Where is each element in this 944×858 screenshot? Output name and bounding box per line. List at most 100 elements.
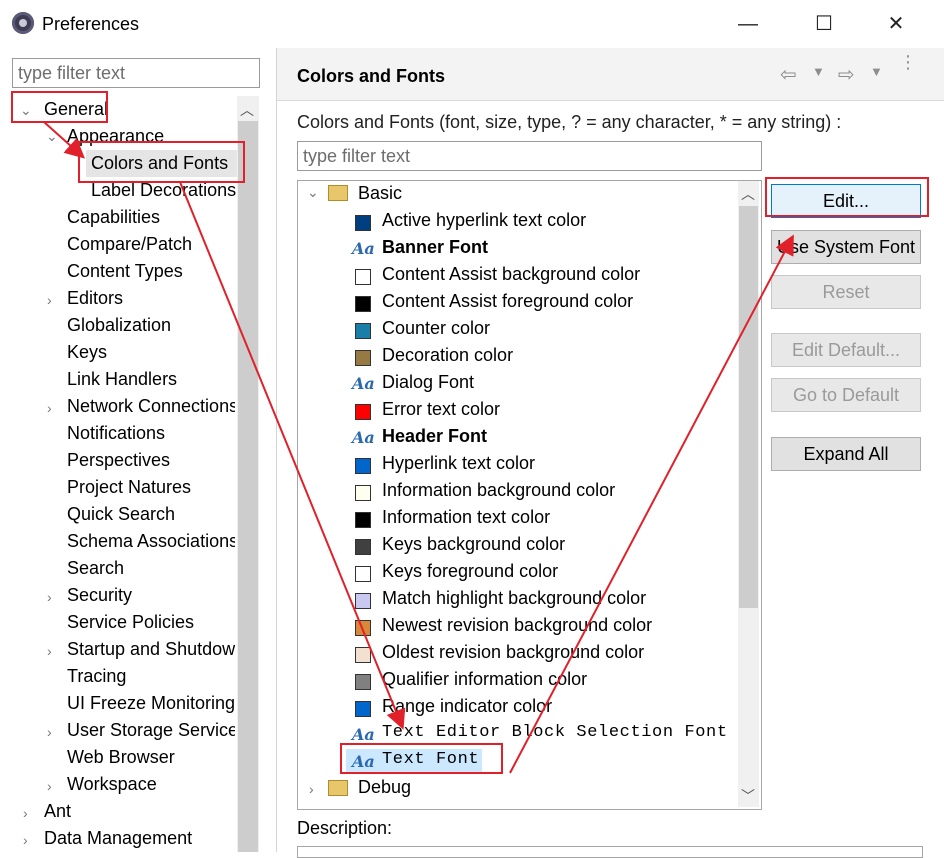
entry-text-font[interactable]: Text Font xyxy=(382,750,479,769)
entry-decoration-color[interactable]: Decoration color xyxy=(382,345,513,366)
expand-all-button[interactable]: Expand All xyxy=(771,437,921,471)
forward-dropdown-icon[interactable]: ▼ xyxy=(870,64,883,79)
entry-keys-background-color[interactable]: Keys background color xyxy=(382,534,565,555)
tree-item-data-management[interactable]: Data Management xyxy=(44,825,192,852)
page-title: Colors and Fonts xyxy=(297,66,445,86)
tree-item-perspectives[interactable]: Perspectives xyxy=(67,447,170,474)
group-debug[interactable]: Debug xyxy=(358,777,411,798)
entry-keys-foreground-color[interactable]: Keys foreground color xyxy=(382,561,558,582)
entry-match-highlight-background-color[interactable]: Match highlight background color xyxy=(382,588,646,609)
tree-item-label-decorations[interactable]: Label Decorations xyxy=(91,177,236,204)
tree-item-quick-search[interactable]: Quick Search xyxy=(67,501,175,528)
tree-item-user-storage-service[interactable]: User Storage Service xyxy=(67,717,235,744)
chevron-right-icon[interactable]: › xyxy=(47,400,52,416)
right-filter-placeholder: type filter text xyxy=(303,146,411,166)
tree-item-ui-freeze-monitoring[interactable]: UI Freeze Monitoring xyxy=(67,690,235,717)
color-swatch-icon xyxy=(355,296,371,312)
tree-item-notifications[interactable]: Notifications xyxy=(67,420,165,447)
panel-splitter[interactable] xyxy=(276,48,277,852)
title-bar xyxy=(0,0,944,48)
entry-banner-font[interactable]: Banner Font xyxy=(382,237,488,258)
chevron-right-icon[interactable]: › xyxy=(47,589,52,605)
entry-header-font[interactable]: Header Font xyxy=(382,426,487,447)
tree-item-colors-and-fonts[interactable]: Colors and Fonts xyxy=(86,150,237,177)
tree-item-security[interactable]: Security xyxy=(67,582,132,609)
tree-item-web-browser[interactable]: Web Browser xyxy=(67,744,175,771)
color-swatch-icon xyxy=(355,458,371,474)
chevron-right-icon[interactable]: › xyxy=(47,724,52,740)
scroll-up-icon[interactable]: ︿ xyxy=(240,100,254,120)
font-icon: Aa xyxy=(352,374,375,393)
entry-qualifier-information-color[interactable]: Qualifier information color xyxy=(382,669,587,690)
tree-scrollbar-thumb[interactable] xyxy=(739,206,758,608)
tree-item-globalization[interactable]: Globalization xyxy=(67,312,171,339)
chevron-right-icon[interactable]: › xyxy=(23,832,28,848)
entry-information-text-color[interactable]: Information text color xyxy=(382,507,550,528)
tree-item-link-handlers[interactable]: Link Handlers xyxy=(67,366,177,393)
entry-oldest-revision-background-color[interactable]: Oldest revision background color xyxy=(382,642,644,663)
back-dropdown-icon[interactable]: ▼ xyxy=(812,64,825,79)
use-system-font-button[interactable]: Use System Font xyxy=(771,230,921,264)
back-arrow-icon[interactable]: ⇦ xyxy=(780,62,797,87)
entry-text-editor-block-selection-font[interactable]: Text Editor Block Selection Font xyxy=(382,723,728,742)
entry-active-hyperlink-text-color[interactable]: Active hyperlink text color xyxy=(382,210,586,231)
color-swatch-icon xyxy=(355,350,371,366)
tree-item-compare-patch[interactable]: Compare/Patch xyxy=(67,231,192,258)
tree-item-content-types[interactable]: Content Types xyxy=(67,258,183,285)
edit-button[interactable]: Edit... xyxy=(771,184,921,218)
tree-item-general[interactable]: General xyxy=(44,96,108,123)
tree-item-capabilities[interactable]: Capabilities xyxy=(67,204,160,231)
chevron-right-icon[interactable]: › xyxy=(309,781,314,797)
chevron-down-icon[interactable]: ⌄ xyxy=(46,128,58,145)
tree-item-project-natures[interactable]: Project Natures xyxy=(67,474,191,501)
tree-item-appearance[interactable]: Appearance xyxy=(67,123,164,150)
entry-dialog-font[interactable]: Dialog Font xyxy=(382,372,474,393)
tree-item-tracing[interactable]: Tracing xyxy=(67,663,126,690)
left-filter-placeholder: type filter text xyxy=(18,63,126,83)
entry-content-assist-background-color[interactable]: Content Assist background color xyxy=(382,264,640,285)
entry-newest-revision-background-color[interactable]: Newest revision background color xyxy=(382,615,652,636)
maximize-icon[interactable]: ☐ xyxy=(804,10,844,38)
left-scrollbar-thumb[interactable] xyxy=(238,121,258,852)
entry-error-text-color[interactable]: Error text color xyxy=(382,399,500,420)
color-swatch-icon xyxy=(355,539,371,555)
view-menu-icon[interactable]: ⋮ xyxy=(899,53,917,71)
scroll-up-icon[interactable]: ︿ xyxy=(741,184,755,204)
tree-item-ant[interactable]: Ant xyxy=(44,798,71,825)
chevron-right-icon[interactable]: › xyxy=(47,643,52,659)
color-swatch-icon xyxy=(355,404,371,420)
color-swatch-icon xyxy=(355,512,371,528)
color-swatch-icon xyxy=(355,215,371,231)
entry-information-background-color[interactable]: Information background color xyxy=(382,480,615,501)
entry-counter-color[interactable]: Counter color xyxy=(382,318,490,339)
reset-button[interactable]: Reset xyxy=(771,275,921,309)
description-label: Description: xyxy=(297,818,393,838)
entry-hyperlink-text-color[interactable]: Hyperlink text color xyxy=(382,453,535,474)
tree-item-service-policies[interactable]: Service Policies xyxy=(67,609,194,636)
minimize-icon[interactable]: — xyxy=(728,10,768,38)
tree-item-startup-and-shutdown[interactable]: Startup and Shutdown xyxy=(67,636,235,663)
color-swatch-icon xyxy=(355,674,371,690)
tree-item-workspace[interactable]: Workspace xyxy=(67,771,157,798)
font-icon: Aa xyxy=(352,725,375,744)
close-icon[interactable]: ✕ xyxy=(876,10,916,38)
chevron-right-icon[interactable]: › xyxy=(47,778,52,794)
chevron-right-icon[interactable]: › xyxy=(23,805,28,821)
forward-arrow-icon[interactable]: ⇨ xyxy=(838,62,855,87)
group-basic[interactable]: Basic xyxy=(358,183,402,204)
folder-icon xyxy=(328,185,348,201)
go-to-default-button[interactable]: Go to Default xyxy=(771,378,921,412)
chevron-down-icon[interactable]: ⌄ xyxy=(307,184,319,201)
tree-item-schema-associations[interactable]: Schema Associations xyxy=(67,528,235,555)
tree-item-network-connections[interactable]: Network Connections xyxy=(67,393,235,420)
chevron-down-icon[interactable]: ⌄ xyxy=(20,102,32,119)
chevron-right-icon[interactable]: › xyxy=(47,292,52,308)
tree-item-editors[interactable]: Editors xyxy=(67,285,123,312)
scroll-down-icon[interactable]: ﹀ xyxy=(741,786,755,806)
tree-item-keys[interactable]: Keys xyxy=(67,339,107,366)
tree-item-search[interactable]: Search xyxy=(67,555,124,582)
entry-content-assist-foreground-color[interactable]: Content Assist foreground color xyxy=(382,291,633,312)
entry-range-indicator-color[interactable]: Range indicator color xyxy=(382,696,552,717)
edit-default-button[interactable]: Edit Default... xyxy=(771,333,921,367)
color-swatch-icon xyxy=(355,701,371,717)
